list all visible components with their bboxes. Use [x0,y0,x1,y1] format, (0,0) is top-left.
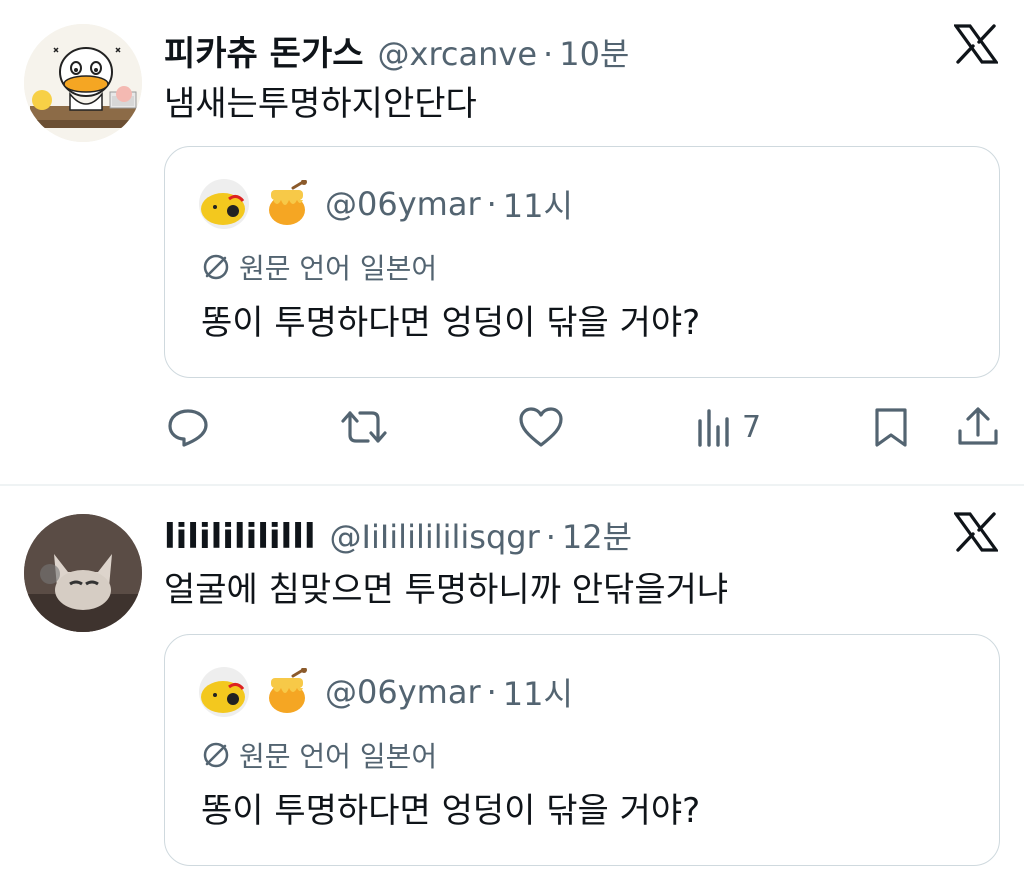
post-1-avatar[interactable] [24,24,142,142]
post-actions: 7 [0,402,1024,452]
translate-globe-icon [203,254,229,280]
post-2[interactable]: lilililililll @IiIililililisqgr · 12분 얼굴… [0,486,1024,882]
author-name[interactable]: lilililililll [164,517,316,557]
reply-icon [168,409,208,447]
post-1[interactable]: 피카츄 돈가스 @xrcanve · 10분 냄새는투명하지안단다 @06yma… [0,0,1024,484]
honey-pot-icon [269,668,307,713]
like-button[interactable] [518,402,564,452]
quote-header: @06ymar · 11시 [199,179,573,229]
views-chart-icon [698,409,729,447]
source-language-note: 원문 언어 일본어 [201,735,437,775]
quote-time[interactable]: 11시 [503,669,573,715]
share-icon [958,407,998,445]
source-language-note: 원문 언어 일본어 [201,247,437,287]
post-1-header: 피카츄 돈가스 @xrcanve · 10분 [164,26,629,75]
repost-button[interactable] [340,402,388,452]
yellow-creature-avatar-icon [199,179,249,229]
post-time[interactable]: 10분 [559,29,629,75]
post-text: 얼굴에 침맞으면 투명하니까 안닦을거냐 [164,570,729,610]
source-language-text: 원문 언어 일본어 [239,252,438,285]
author-handle[interactable]: @IiIililililisqgr [330,518,540,556]
reply-button[interactable] [166,402,210,452]
translate-globe-icon [203,742,229,768]
views-count: 7 [742,409,762,445]
separator-dot: · [486,185,497,223]
cartoon-duck-avatar-icon [24,24,142,142]
author-name[interactable]: 피카츄 돈가스 [164,26,364,75]
x-logo-icon[interactable] [952,24,1000,64]
quote-handle[interactable]: @06ymar [325,185,481,223]
quote-avatar[interactable] [199,667,249,717]
yellow-creature-avatar-icon [199,667,249,717]
heart-icon [519,407,563,447]
share-button[interactable] [956,402,1000,452]
honey-pot-icon [269,180,307,225]
views-button[interactable]: 7 [696,402,761,452]
quoted-post[interactable]: @06ymar · 11시 원문 언어 일본어 똥이 투명하다면 엉덩이 닦을 … [164,146,1000,378]
separator-dot: · [545,518,556,556]
quote-time[interactable]: 11시 [503,181,573,227]
quote-header: @06ymar · 11시 [199,667,573,717]
separator-dot: · [543,35,554,73]
quote-text: 똥이 투명하다면 엉덩이 닦을 거야? [201,303,701,343]
bookmark-icon [875,408,907,447]
quote-handle[interactable]: @06ymar [325,673,481,711]
separator-dot: · [486,673,497,711]
x-logo-icon[interactable] [952,512,1000,552]
source-language-text: 원문 언어 일본어 [239,740,438,773]
post-time[interactable]: 12분 [562,512,632,558]
repost-icon [341,411,387,443]
quote-avatar[interactable] [199,179,249,229]
post-text: 냄새는투명하지안단다 [164,84,477,124]
bookmark-button[interactable] [872,402,910,452]
quoted-post[interactable]: @06ymar · 11시 원문 언어 일본어 똥이 투명하다면 엉덩이 닦을 … [164,634,1000,866]
author-handle[interactable]: @xrcanve [378,35,538,73]
post-2-avatar[interactable] [24,514,142,632]
cat-figure-avatar-icon [24,514,142,632]
quote-text: 똥이 투명하다면 엉덩이 닦을 거야? [201,791,701,831]
post-2-header: lilililililll @IiIililililisqgr · 12분 [164,512,632,558]
